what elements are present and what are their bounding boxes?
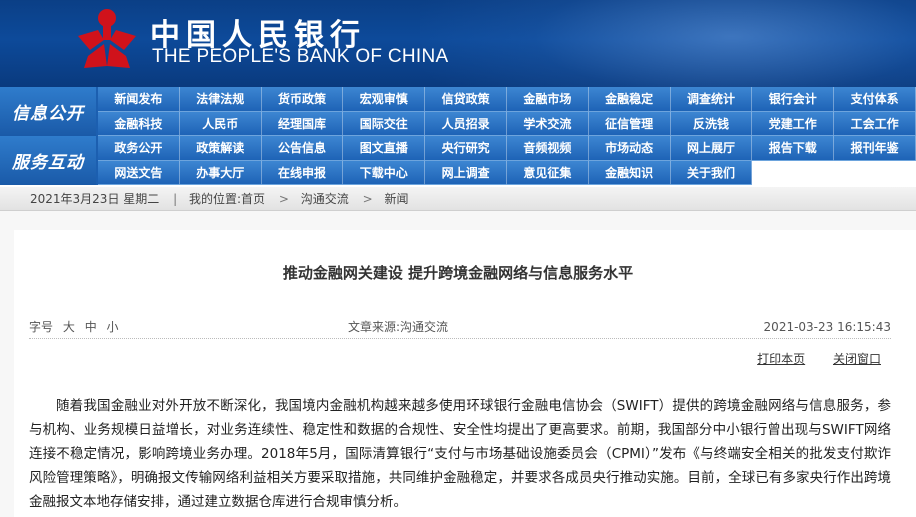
- font-size-label: 字号: [29, 320, 54, 334]
- nav-row: 新闻发布 法律法规 货币政策 宏观审慎 信贷政策 金融市场 金融稳定 调查统计 …: [98, 87, 916, 112]
- nav-item-download-center[interactable]: 下载中心: [343, 160, 426, 185]
- site-title-en[interactable]: THE PEOPLE'S BANK OF CHINA: [152, 46, 449, 68]
- breadcrumb-level2[interactable]: 新闻: [384, 192, 408, 206]
- nav-item-rmb[interactable]: 人民币: [179, 111, 262, 136]
- pboc-emblem-icon[interactable]: [74, 6, 140, 72]
- nav-item-government-affairs[interactable]: 政务公开: [98, 136, 180, 161]
- breadcrumb-separator: >: [362, 192, 373, 206]
- nav-item-online-survey[interactable]: 网上调查: [425, 160, 507, 185]
- main-navigation: 信息公开 服务互动 新闻发布 法律法规 货币政策 宏观审慎 信贷政策 金融市场 …: [0, 87, 916, 185]
- nav-row: 金融科技 人民币 经理国库 国际交往 人员招录 学术交流 征信管理 反洗钱 党建…: [98, 111, 916, 136]
- nav-item-audio-video[interactable]: 音频视频: [506, 136, 589, 161]
- article-source: 文章来源:沟通交流: [348, 320, 449, 334]
- article-datetime: 2021-03-23 16:15:43: [763, 320, 891, 334]
- nav-item-online-declaration[interactable]: 在线申报: [261, 160, 344, 185]
- nav-item-online-exhibition[interactable]: 网上展厅: [670, 136, 753, 161]
- nav-item-yearbooks[interactable]: 报刊年鉴: [834, 136, 916, 161]
- nav-row: 政务公开 政策解读 公告信息 图文直播 央行研究 音频视频 市场动态 网上展厅 …: [98, 136, 916, 161]
- nav-item-financial-knowledge[interactable]: 金融知识: [588, 160, 671, 185]
- nav-item-live-broadcast[interactable]: 图文直播: [343, 136, 426, 161]
- nav-item-research[interactable]: 央行研究: [425, 136, 507, 161]
- nav-item-feedback[interactable]: 意见征集: [506, 160, 589, 185]
- print-page-link[interactable]: 打印本页: [757, 352, 805, 366]
- nav-item-treasury[interactable]: 经理国库: [261, 111, 344, 136]
- nav-item-news-release[interactable]: 新闻发布: [98, 87, 180, 112]
- nav-item-announcements[interactable]: 公告信息: [261, 136, 344, 161]
- nav-item-market-news[interactable]: 市场动态: [588, 136, 671, 161]
- nav-grid: 新闻发布 法律法规 货币政策 宏观审慎 信贷政策 金融市场 金融稳定 调查统计 …: [98, 87, 916, 185]
- nav-item-financial-stability[interactable]: 金融稳定: [588, 87, 671, 112]
- nav-item-policy-interpretation[interactable]: 政策解读: [179, 136, 262, 161]
- font-size-controls: 字号 大 中 小: [29, 317, 119, 337]
- nav-item-fintech[interactable]: 金融科技: [98, 111, 180, 136]
- font-size-large-link[interactable]: 大: [63, 320, 75, 334]
- nav-empty-cell: [752, 160, 835, 185]
- nav-item-service-hall[interactable]: 办事大厅: [179, 160, 262, 185]
- article-meta: 字号 大 中 小 文章来源:沟通交流 2021-03-23 16:15:43: [29, 317, 891, 337]
- article-title: 推动金融网关建设 提升跨境金融网络与信息服务水平: [282, 264, 634, 282]
- nav-item-recruitment[interactable]: 人员招录: [425, 111, 507, 136]
- nav-item-laws[interactable]: 法律法规: [179, 87, 262, 112]
- current-date: 2021年3月23日 星期二: [30, 192, 160, 206]
- nav-item-credit-reference[interactable]: 征信管理: [588, 111, 671, 136]
- nav-item-party-building[interactable]: 党建工作: [752, 111, 835, 136]
- nav-group-info-disclosure: 信息公开: [12, 104, 84, 124]
- breadcrumb-level1[interactable]: 沟通交流: [301, 192, 349, 206]
- nav-item-online-notices[interactable]: 网送文告: [98, 160, 180, 185]
- breadcrumb-home[interactable]: 我的位置:首页: [189, 192, 265, 206]
- font-size-small-link[interactable]: 小: [107, 320, 119, 334]
- breadcrumb-separator: >: [278, 192, 289, 206]
- nav-group-labels: 信息公开 服务互动: [0, 87, 96, 185]
- header-glow: [420, 0, 916, 87]
- close-window-link[interactable]: 关闭窗口: [833, 352, 881, 366]
- font-size-medium-link[interactable]: 中: [85, 320, 97, 334]
- nav-item-report-download[interactable]: 报告下载: [752, 136, 835, 161]
- site-header: 中国人民银行 THE PEOPLE'S BANK OF CHINA: [0, 0, 916, 87]
- article-actions: 打印本页 关闭窗口: [733, 350, 881, 367]
- nav-item-anti-money-laundering[interactable]: 反洗钱: [670, 111, 753, 136]
- meta-divider: [29, 338, 891, 339]
- nav-item-credit-policy[interactable]: 信贷政策: [425, 87, 507, 112]
- nav-item-academic[interactable]: 学术交流: [506, 111, 589, 136]
- article-body: 随着我国金融业对外开放不断深化，我国境内金融机构越来越多使用环球银行金融电信协会…: [29, 398, 891, 510]
- nav-item-international[interactable]: 国际交往: [343, 111, 426, 136]
- nav-group-service-interaction: 服务互动: [12, 153, 84, 173]
- nav-empty-cell: [834, 160, 916, 185]
- nav-item-monetary-policy[interactable]: 货币政策: [261, 87, 344, 112]
- nav-item-union[interactable]: 工会工作: [834, 111, 916, 136]
- nav-item-payment-system[interactable]: 支付体系: [834, 87, 916, 112]
- nav-item-statistics[interactable]: 调查统计: [670, 87, 753, 112]
- nav-item-bank-accounting[interactable]: 银行会计: [752, 87, 835, 112]
- nav-row: 网送文告 办事大厅 在线申报 下载中心 网上调查 意见征集 金融知识 关于我们: [98, 160, 916, 185]
- breadcrumb-separator: |: [173, 192, 178, 206]
- breadcrumb: 2021年3月23日 星期二 | 我的位置:首页 > 沟通交流 > 新闻: [0, 187, 916, 211]
- nav-item-about-us[interactable]: 关于我们: [670, 160, 753, 185]
- nav-item-financial-market[interactable]: 金融市场: [506, 87, 589, 112]
- nav-item-macroprudential[interactable]: 宏观审慎: [343, 87, 426, 112]
